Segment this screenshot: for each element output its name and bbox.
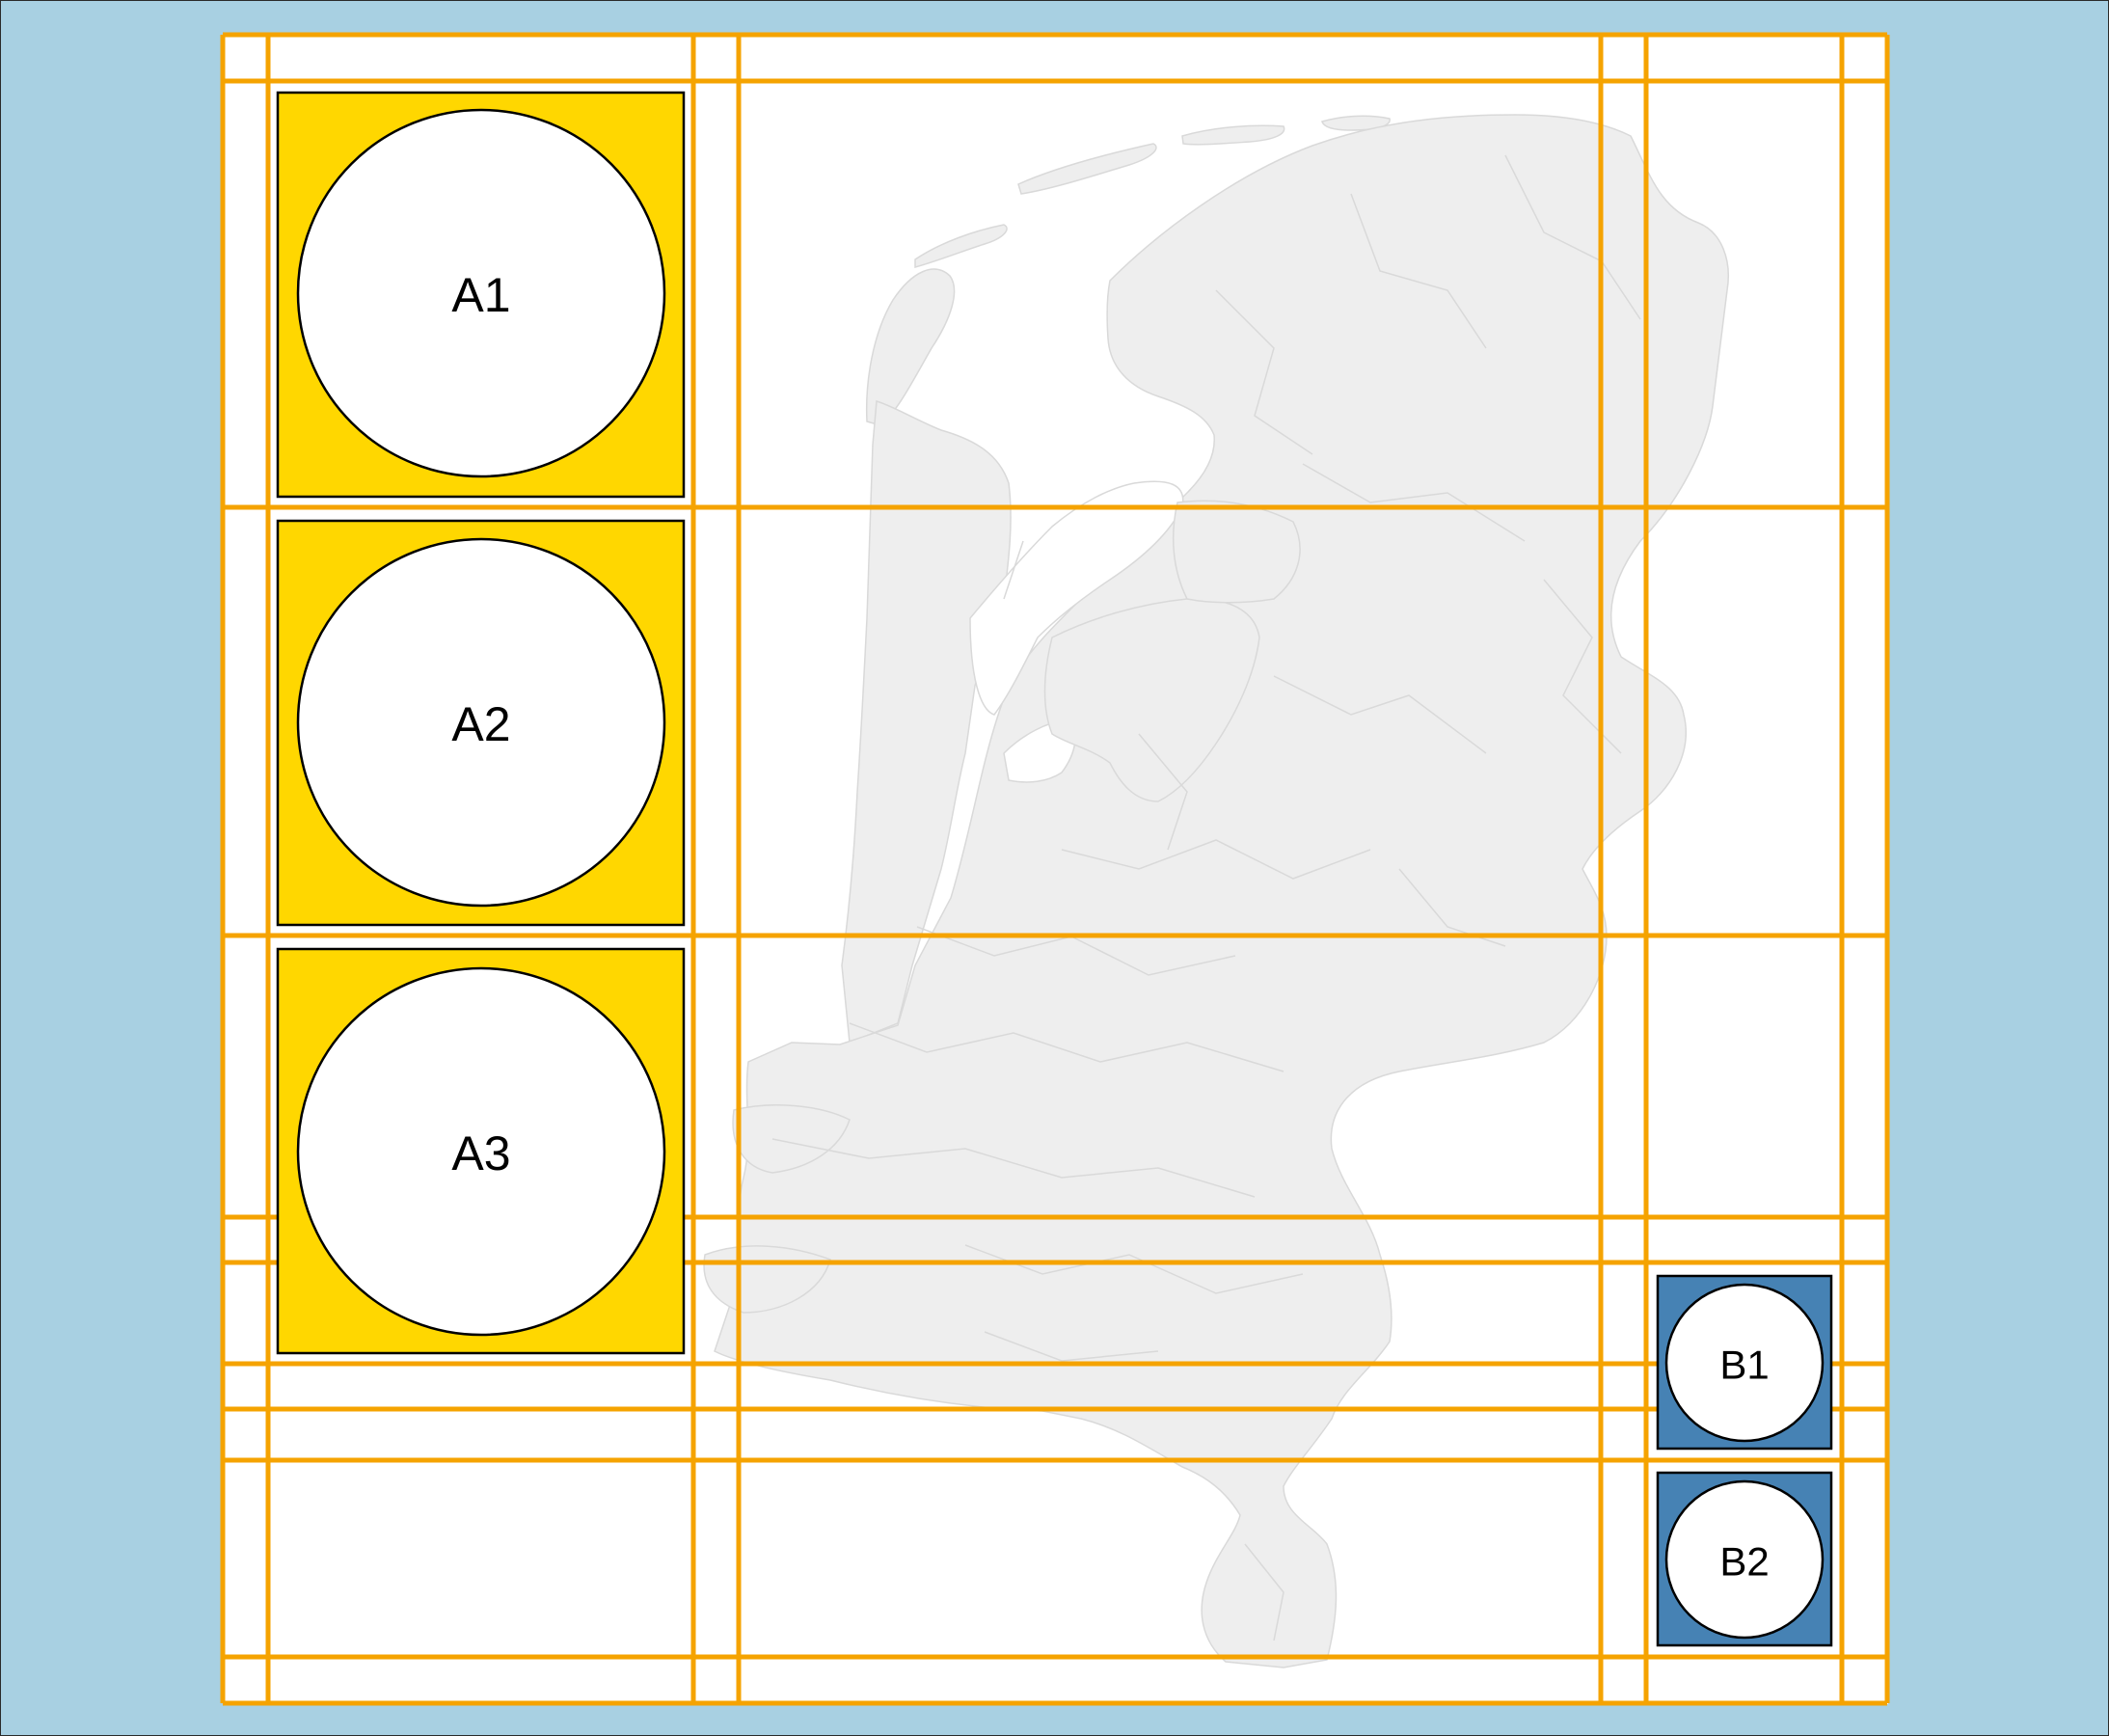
symbol-label-a3: A3 bbox=[451, 1126, 510, 1180]
symbol-a3: A3 bbox=[276, 947, 686, 1355]
symbol-b1: B1 bbox=[1656, 1274, 1833, 1451]
symbol-a1: A1 bbox=[276, 91, 686, 499]
noordoostpolder bbox=[1172, 500, 1301, 604]
symbol-label-a2: A2 bbox=[451, 697, 510, 751]
symbol-label-a1: A1 bbox=[451, 268, 510, 322]
map-layout-canvas: A1 A2 A3 B1 B2 bbox=[0, 0, 2109, 1736]
symbol-b2: B2 bbox=[1656, 1471, 1833, 1647]
map-figure: A1 A2 A3 B1 B2 bbox=[1, 1, 2108, 1735]
group-a: A1 A2 A3 bbox=[276, 91, 686, 1355]
symbol-a2: A2 bbox=[276, 519, 686, 927]
symbol-label-b1: B1 bbox=[1719, 1343, 1769, 1388]
symbol-label-b2: B2 bbox=[1719, 1539, 1769, 1585]
